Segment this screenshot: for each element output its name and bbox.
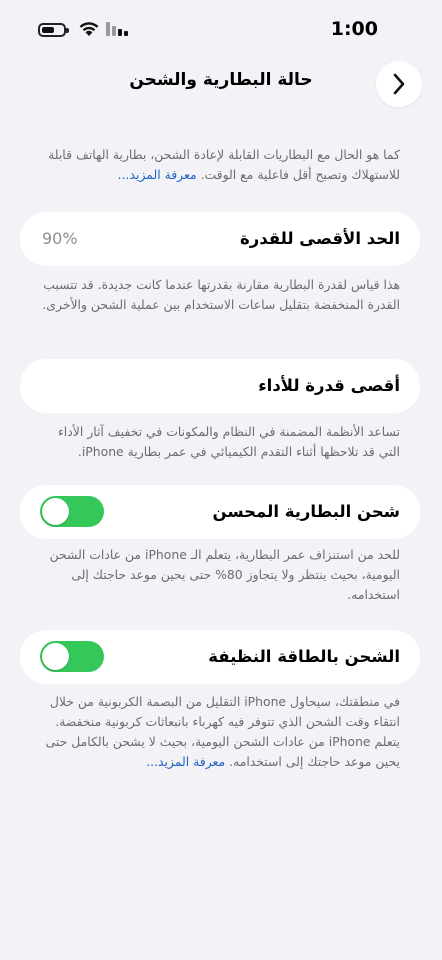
optimized-charging-toggle[interactable] [40,496,104,527]
toggle-knob [42,498,69,525]
learn-more-link[interactable]: معرفة المزيد... [118,167,197,182]
toggle-knob [42,643,69,670]
clean-energy-label: الشحن بالطاقة النظيفة [208,647,400,666]
intro-text: كما هو الحال مع البطاريات القابلة لإعادة… [48,147,400,182]
max-capacity-row: الحد الأقصى للقدرة 90% [20,212,420,266]
peak-performance-row[interactable]: أقصى قدرة للأداء [20,359,420,413]
max-capacity-value: 90% [42,229,78,248]
wifi-icon [79,22,99,36]
optimized-charging-note: للحد من استنزاف عمر البطارية، يتعلم الـ … [49,547,400,602]
optimized-charging-row: شحن البطارية المحسن [20,485,420,539]
max-capacity-note: هذا قياس لقدرة البطارية مقارنة بقدرتها ع… [42,277,400,312]
clean-energy-row: الشحن بالطاقة النظيفة [20,630,420,684]
back-button[interactable] [376,61,422,107]
clean-energy-note: في منطقتك، سيحاول iPhone التقليل من البص… [40,692,400,772]
peak-performance-note: تساعد الأنظمة المضمنة في النظام والمكونا… [57,424,400,459]
page-title: حالة البطارية والشحن [129,70,313,90]
optimized-charging-label: شحن البطارية المحسن [212,502,400,521]
status-time: 1:00 [330,18,378,40]
max-capacity-label: الحد الأقصى للقدرة [239,229,400,248]
status-bar: 1:00 [0,0,442,60]
learn-more-link-2[interactable]: معرفة المزيد... [146,754,225,769]
battery-icon [38,23,69,37]
intro-note: كما هو الحال مع البطاريات القابلة لإعادة… [40,145,400,185]
clean-energy-toggle[interactable] [40,641,104,672]
peak-performance-label: أقصى قدرة للأداء [258,376,400,395]
chevron-right-icon [393,73,405,95]
cellular-signal-icon [106,22,128,36]
